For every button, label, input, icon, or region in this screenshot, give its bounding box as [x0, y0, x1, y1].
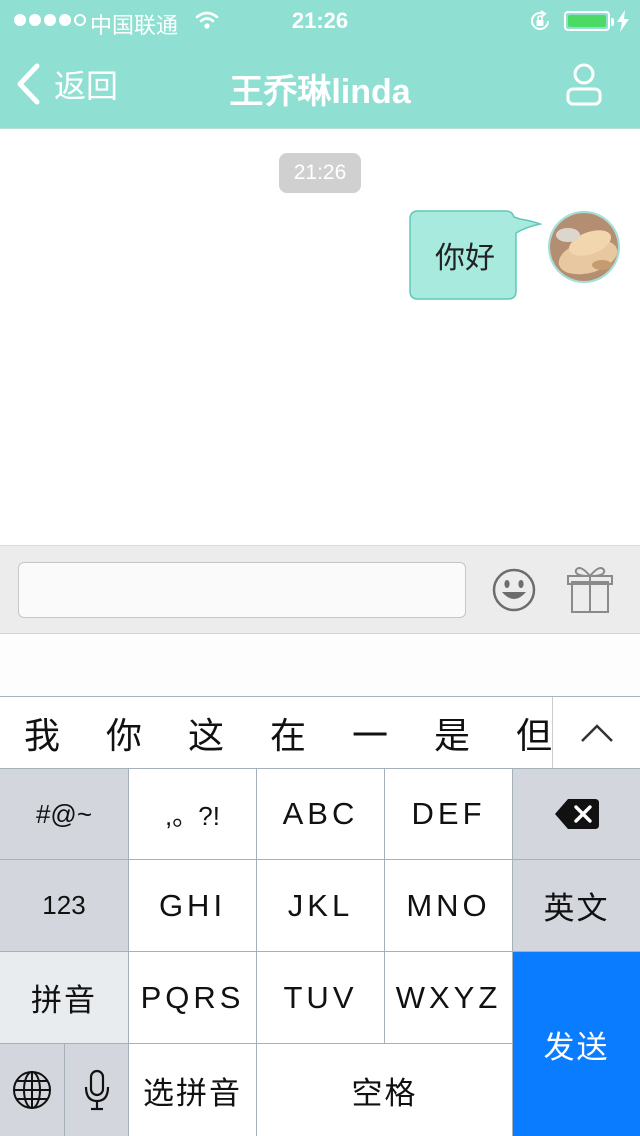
key-def[interactable]: DEF	[385, 769, 512, 859]
microphone-icon	[84, 1069, 109, 1111]
rotation-lock-icon	[531, 10, 549, 30]
top-bar: 中国联通 21:26 返回 王乔琳linda	[0, 0, 640, 128]
battery-icon	[564, 11, 614, 31]
candidate-item[interactable]: 这	[176, 697, 236, 769]
message-text: 你好	[435, 242, 495, 275]
ime-candidate-bar: 我 你 这 在 一 是 但	[0, 696, 640, 769]
candidate-item[interactable]: 在	[258, 697, 318, 769]
delete-button[interactable]	[513, 769, 640, 859]
message-timestamp: 21:26	[279, 153, 361, 193]
chat-area[interactable]: 21:26 你好	[0, 128, 640, 545]
key-tuv[interactable]: TUV	[257, 952, 384, 1043]
status-bar: 中国联通 21:26	[0, 0, 640, 40]
message-bubble-outgoing[interactable]: 你好	[408, 209, 542, 301]
send-button[interactable]: 发送	[513, 952, 640, 1136]
globe-button[interactable]	[0, 1044, 64, 1136]
key-abc[interactable]: ABC	[257, 769, 384, 859]
key-symbols[interactable]: #@~	[0, 769, 128, 859]
key-mno[interactable]: MNO	[385, 860, 512, 951]
expand-candidates-button[interactable]	[552, 697, 640, 769]
candidate-item[interactable]: 是	[422, 697, 482, 769]
key-jkl[interactable]: JKL	[257, 860, 384, 951]
key-wxyz[interactable]: WXYZ	[385, 952, 512, 1043]
avatar[interactable]	[548, 211, 620, 283]
key-english[interactable]: 英文	[513, 860, 640, 951]
key-pinyin[interactable]: 拼音	[0, 952, 128, 1043]
avatar-image	[550, 213, 618, 281]
charging-icon	[617, 10, 629, 32]
message-input[interactable]	[18, 562, 466, 618]
gift-icon[interactable]	[566, 564, 614, 614]
backspace-icon	[554, 799, 599, 829]
key-select-pinyin[interactable]: 选拼音	[129, 1044, 256, 1136]
emoji-icon[interactable]	[492, 568, 536, 612]
candidate-item[interactable]: 一	[340, 697, 400, 769]
key-pqrs[interactable]: PQRS	[129, 952, 256, 1043]
nav-bar: 返回 王乔琳linda	[0, 40, 640, 128]
globe-icon	[13, 1071, 51, 1109]
key-punctuation[interactable]: ,。?!	[129, 769, 256, 859]
candidate-item[interactable]: 我	[12, 697, 72, 769]
chevron-up-icon	[580, 724, 613, 742]
page-title: 王乔琳linda	[229, 73, 411, 111]
microphone-button[interactable]	[65, 1044, 128, 1136]
candidate-item[interactable]: 你	[94, 697, 154, 769]
key-numbers[interactable]: 123	[0, 860, 128, 951]
blank-spacer	[0, 634, 640, 696]
user-profile-icon[interactable]	[564, 62, 604, 106]
keyboard: #@~ ,。?! ABC DEF 123 GHI JKL MNO 英文 拼音 P…	[0, 768, 640, 1136]
message-input-bar	[0, 545, 640, 634]
key-ghi[interactable]: GHI	[129, 860, 256, 951]
space-button[interactable]: 空格	[257, 1044, 512, 1136]
